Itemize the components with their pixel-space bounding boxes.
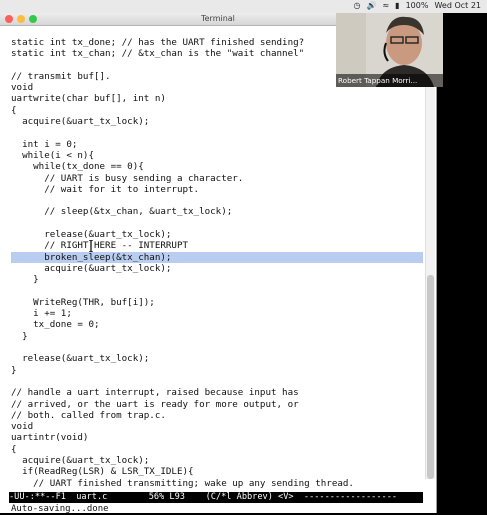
- emacs-minibuffer[interactable]: Auto-saving...done: [11, 504, 109, 514]
- code-line[interactable]: uartwrite(char buf[], int n): [11, 93, 423, 104]
- battery-icon[interactable]: ▮: [395, 1, 399, 10]
- code-line[interactable]: i += 1;: [11, 308, 423, 319]
- mouse-pointer-icon: [88, 240, 94, 252]
- system-menubar: ◷ 🔊 ≈ ▮ 100% Wed Oct 21: [0, 0, 487, 13]
- code-line[interactable]: // UART finished transmitting; wake up a…: [11, 478, 423, 489]
- code-line[interactable]: // sleep(&tx_chan, &uart_tx_lock);: [11, 206, 423, 217]
- code-line[interactable]: if(ReadReg(LSR) & LSR_TX_IDLE){: [11, 466, 423, 477]
- code-line[interactable]: }: [11, 331, 423, 342]
- code-line[interactable]: acquire(&uart_tx_lock);: [11, 116, 423, 127]
- code-line[interactable]: [11, 342, 423, 353]
- code-line[interactable]: while(tx_done == 0){: [11, 161, 423, 172]
- code-line[interactable]: // UART is busy sending a character.: [11, 173, 423, 184]
- code-line[interactable]: [11, 286, 423, 297]
- terminal-window[interactable]: Terminal static int tx_done; // has the …: [0, 13, 437, 514]
- webcam-overlay: Robert Tappan Morri...: [336, 13, 443, 87]
- code-line[interactable]: // RIGHT HERE -- INTERRUPT: [11, 240, 423, 251]
- code-line[interactable]: {: [11, 444, 423, 455]
- code-line[interactable]: acquire(&uart_tx_lock);: [11, 455, 423, 466]
- code-line[interactable]: [11, 218, 423, 229]
- code-line[interactable]: }: [11, 365, 423, 376]
- code-line[interactable]: uartintr(void): [11, 432, 423, 443]
- menubar-date[interactable]: Wed Oct 21: [434, 1, 481, 10]
- volume-icon[interactable]: 🔊: [367, 1, 377, 10]
- current-line[interactable]: broken_sleep(&tx_chan);: [11, 251, 423, 263]
- code-line[interactable]: [11, 195, 423, 206]
- menubar-status: ◷ 🔊 ≈ ▮ 100% Wed Oct 21: [354, 1, 481, 10]
- editor-buffer[interactable]: static int tx_done; // has the UART fini…: [11, 37, 423, 490]
- code-line[interactable]: release(&uart_tx_lock);: [11, 353, 423, 364]
- code-line[interactable]: WriteReg(THR, buf[i]);: [11, 297, 423, 308]
- code-line[interactable]: [11, 376, 423, 387]
- code-line[interactable]: }: [11, 274, 423, 285]
- battery-percent: 100%: [405, 1, 429, 10]
- scrollbar-thumb[interactable]: [427, 275, 434, 479]
- code-line[interactable]: release(&uart_tx_lock);: [11, 229, 423, 240]
- code-line[interactable]: // both. called from trap.c.: [11, 410, 423, 421]
- code-line[interactable]: tx_done = 0;: [11, 319, 423, 330]
- code-line[interactable]: while(i < n){: [11, 150, 423, 161]
- code-line[interactable]: acquire(&uart_tx_lock);: [11, 263, 423, 274]
- code-line[interactable]: void: [11, 421, 423, 432]
- wifi-icon[interactable]: ≈: [382, 1, 389, 10]
- code-line[interactable]: tx_done = 1;: [11, 489, 423, 490]
- code-line[interactable]: [11, 127, 423, 138]
- clock-icon[interactable]: ◷: [354, 1, 361, 10]
- presenter-name: Robert Tappan Morri...: [336, 74, 443, 87]
- code-line[interactable]: // handle a uart interrupt, raised becau…: [11, 387, 423, 398]
- code-line[interactable]: // wait for it to interrupt.: [11, 184, 423, 195]
- code-line[interactable]: {: [11, 105, 423, 116]
- code-line[interactable]: // arrived, or the uart is ready for mor…: [11, 399, 423, 410]
- emacs-modeline: -UU-:**--F1 uart.c 56% L93 (C/*l Abbrev)…: [9, 492, 423, 503]
- code-line[interactable]: int i = 0;: [11, 139, 423, 150]
